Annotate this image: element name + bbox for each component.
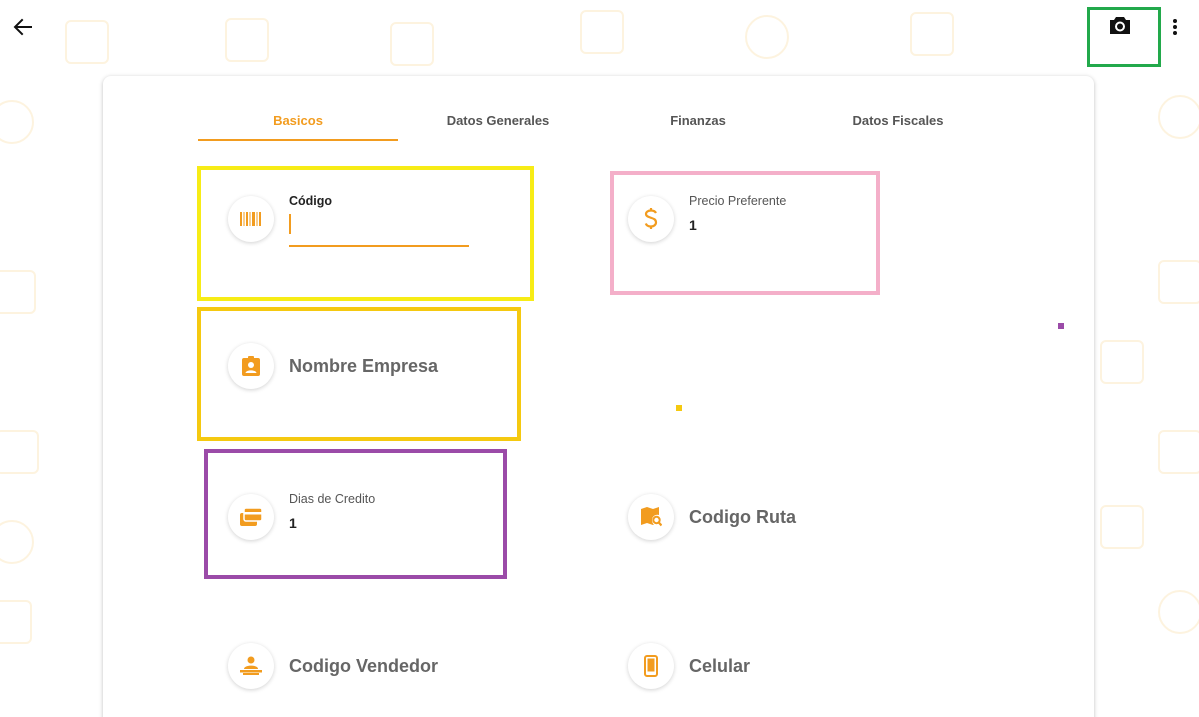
text-caret <box>289 214 291 234</box>
precio-preferente-label: Precio Preferente <box>689 194 787 208</box>
cards-icon <box>240 508 262 526</box>
codigo-field[interactable]: Código <box>228 194 488 256</box>
map-search-icon <box>641 507 662 527</box>
camera-button[interactable] <box>1087 7 1161 67</box>
celular-icon-circle <box>628 643 674 689</box>
tab-basicos[interactable]: Basicos <box>198 106 398 141</box>
tab-indicator <box>198 139 398 141</box>
codigo-ruta-label: Codigo Ruta <box>689 507 796 527</box>
dias-credito-field[interactable]: Dias de Credito 1 <box>228 492 488 554</box>
codigo-icon-circle <box>228 196 274 242</box>
celular-field[interactable]: Celular <box>628 643 888 693</box>
vendedor-icon-circle <box>228 643 274 689</box>
codigo-label: Código <box>289 194 333 208</box>
barcode-icon <box>240 212 261 226</box>
precio-icon-circle <box>628 196 674 242</box>
nombre-icon-circle <box>228 343 274 389</box>
precio-preferente-value: 1 <box>689 217 697 233</box>
celular-label: Celular <box>689 656 751 676</box>
tab-datos-generales[interactable]: Datos Generales <box>398 106 598 141</box>
seller-icon <box>240 656 262 675</box>
yellow-dot <box>676 405 682 411</box>
nombre-empresa-label: Nombre Empresa <box>289 356 439 376</box>
ruta-icon-circle <box>628 494 674 540</box>
dias-icon-circle <box>228 494 274 540</box>
badge-icon <box>242 356 260 376</box>
codigo-underline <box>289 245 469 247</box>
purple-dot <box>1058 323 1064 329</box>
dias-credito-label: Dias de Credito <box>289 492 376 506</box>
arrow-left-icon <box>13 18 32 36</box>
codigo-vendedor-label: Codigo Vendedor <box>289 656 439 676</box>
precio-preferente-field[interactable]: Precio Preferente 1 <box>628 194 868 256</box>
codigo-vendedor-field[interactable]: Codigo Vendedor <box>228 643 488 693</box>
dollar-icon <box>644 208 658 229</box>
tab-bar: Basicos Datos Generales Finanzas Datos F… <box>198 106 998 142</box>
codigo-ruta-field[interactable]: Codigo Ruta <box>628 494 888 544</box>
tab-datos-fiscales[interactable]: Datos Fiscales <box>798 106 998 141</box>
phone-icon <box>644 655 658 677</box>
nombre-empresa-field[interactable]: Nombre Empresa <box>228 343 488 393</box>
camera-icon <box>1110 16 1130 34</box>
dias-credito-value: 1 <box>289 515 297 531</box>
form-card: Basicos Datos Generales Finanzas Datos F… <box>103 76 1094 717</box>
tab-finanzas[interactable]: Finanzas <box>598 106 798 141</box>
back-button[interactable] <box>10 14 36 40</box>
more-options-button[interactable] <box>1166 16 1184 38</box>
more-vert-icon <box>1173 19 1177 35</box>
